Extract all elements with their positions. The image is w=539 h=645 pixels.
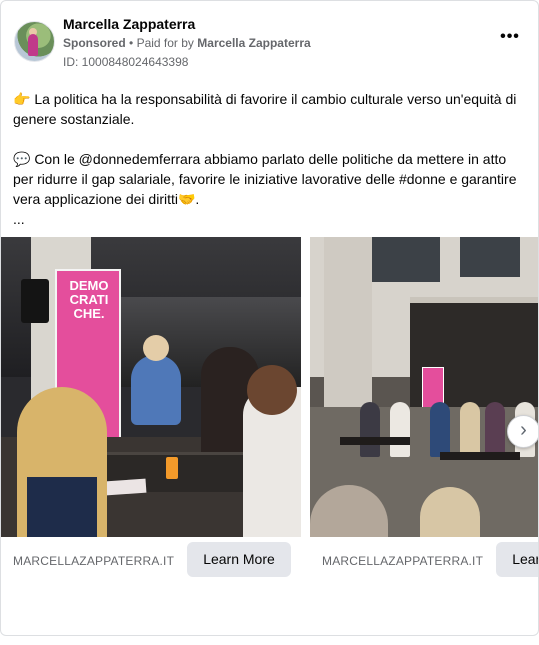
carousel-image-2[interactable] bbox=[310, 237, 538, 537]
paid-for-prefix: Paid for by bbox=[136, 36, 194, 50]
learn-more-button[interactable]: Learn More bbox=[496, 542, 538, 577]
paid-for-name: Marcella Zappaterra bbox=[197, 36, 311, 50]
page-name[interactable]: Marcella Zappaterra bbox=[63, 16, 195, 32]
carousel-image-1[interactable]: DEMO CRATI CHE. bbox=[1, 237, 301, 537]
link-domain[interactable]: MARCELLAZAPPATERRA.IT bbox=[322, 554, 483, 568]
carousel-next-button[interactable]: › bbox=[507, 415, 538, 448]
loudspeaker bbox=[21, 279, 49, 323]
ad-body: 👉 La politica ha la responsabilità di fa… bbox=[13, 89, 528, 229]
meta-separator: • bbox=[129, 36, 137, 50]
ad-card: Marcella Zappaterra Sponsored • Paid for… bbox=[0, 0, 539, 636]
page-avatar[interactable] bbox=[14, 21, 55, 62]
ad-id: ID: 1000848024643398 bbox=[63, 55, 189, 69]
body-paragraph-2: 💬 Con le @donnedemferrara abbiamo parlat… bbox=[13, 151, 517, 207]
see-more-ellipsis[interactable]: ... bbox=[13, 209, 528, 229]
sponsored-label: Sponsored bbox=[63, 36, 126, 50]
carousel-card-footer: MARCELLAZAPPATERRA.IT Learn More bbox=[1, 537, 301, 587]
link-domain[interactable]: MARCELLAZAPPATERRA.IT bbox=[13, 554, 174, 568]
carousel-card-1[interactable]: DEMO CRATI CHE. MARCELLAZAPPATERRA.IT Le… bbox=[1, 237, 301, 587]
carousel-card-2[interactable]: MARCELLAZAPPATERRA.IT Learn More bbox=[310, 237, 538, 587]
banner-text: DEMO CRATI CHE. bbox=[69, 278, 109, 321]
learn-more-button[interactable]: Learn More bbox=[187, 542, 291, 577]
sponsored-line: Sponsored • Paid for by Marcella Zappate… bbox=[63, 36, 311, 50]
ad-header: Marcella Zappaterra Sponsored • Paid for… bbox=[13, 13, 526, 73]
avatar-figure bbox=[28, 34, 38, 56]
more-options-button[interactable]: ••• bbox=[498, 28, 522, 51]
carousel-card-footer: MARCELLAZAPPATERRA.IT Learn More bbox=[310, 537, 538, 587]
body-paragraph-1: 👉 La politica ha la responsabilità di fa… bbox=[13, 91, 517, 127]
image-carousel: DEMO CRATI CHE. MARCELLAZAPPATERRA.IT Le… bbox=[1, 237, 538, 587]
more-horizontal-icon: ••• bbox=[500, 28, 520, 45]
chevron-right-icon: › bbox=[520, 419, 527, 441]
